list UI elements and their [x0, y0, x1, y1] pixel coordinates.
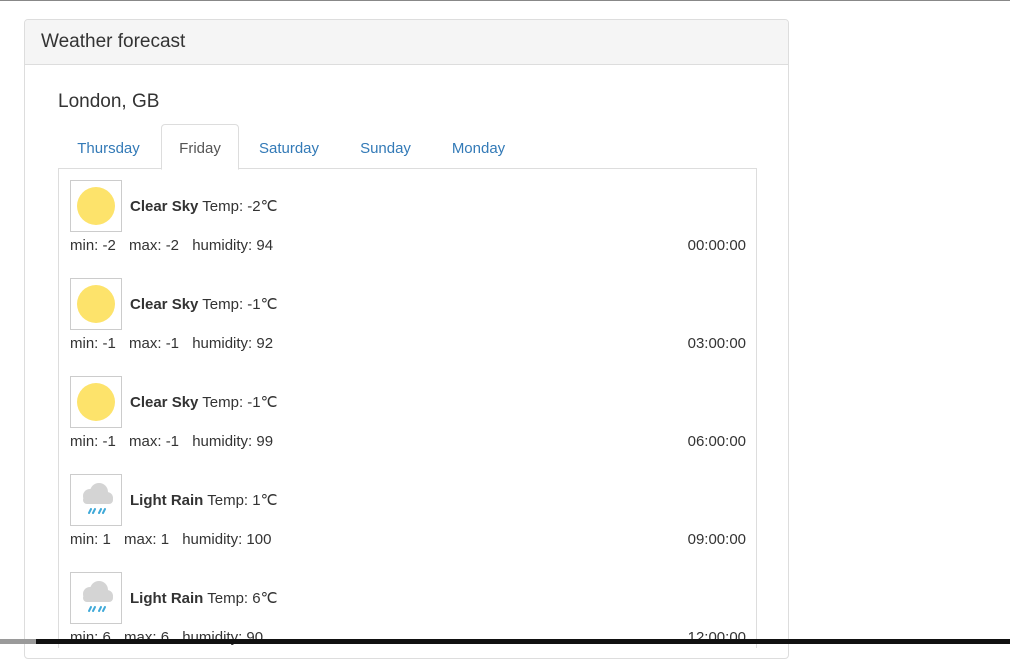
- sun-icon: [77, 383, 115, 421]
- min-temp: min: -1: [70, 433, 116, 450]
- min-temp: min: -1: [70, 335, 116, 352]
- forecast-icon-thumbnail: [70, 474, 122, 526]
- forecast-icon-thumbnail: [70, 572, 122, 624]
- condition-label: Light Rain: [130, 492, 204, 509]
- humidity: humidity: 100: [182, 531, 272, 548]
- forecast-entry: Clear Sky Temp: -1℃ min: -1 max: -1 humi…: [70, 278, 746, 376]
- rain-cloud-icon: [83, 483, 113, 514]
- forecast-entry: Clear Sky Temp: -1℃ min: -1 max: -1 humi…: [70, 376, 746, 474]
- temperature: Temp: -1℃: [202, 394, 278, 411]
- location-title: London, GB: [58, 91, 160, 112]
- panel-heading: Weather forecast: [25, 20, 788, 65]
- forecast-icon-thumbnail: [70, 180, 122, 232]
- taskbar-edge: [0, 639, 36, 644]
- weather-panel: Weather forecast London, GB Thursday Fri…: [24, 19, 789, 659]
- condition-label: Clear Sky: [130, 198, 199, 215]
- condition-label: Clear Sky: [130, 296, 199, 313]
- sun-icon: [77, 285, 115, 323]
- condition-label: Clear Sky: [130, 394, 199, 411]
- humidity: humidity: 99: [192, 433, 274, 450]
- rain-cloud-icon: [83, 581, 113, 612]
- forecast-list: Clear Sky Temp: -2℃ min: -2 max: -2 humi…: [58, 168, 757, 648]
- tab-thursday[interactable]: Thursday: [58, 124, 159, 169]
- humidity: humidity: 94: [192, 237, 274, 254]
- forecast-entry: Clear Sky Temp: -2℃ min: -2 max: -2 humi…: [70, 180, 746, 278]
- temperature: Temp: 6℃: [207, 590, 278, 607]
- temperature: Temp: -1℃: [202, 296, 278, 313]
- tab-monday[interactable]: Monday: [433, 124, 524, 169]
- tab-saturday[interactable]: Saturday: [241, 124, 337, 169]
- forecast-icon-thumbnail: [70, 376, 122, 428]
- window-top-border: [0, 0, 1010, 1]
- tab-friday[interactable]: Friday: [161, 124, 239, 170]
- forecast-time: 09:00:00: [687, 531, 746, 548]
- forecast-icon-thumbnail: [70, 278, 122, 330]
- condition-label: Light Rain: [130, 590, 204, 607]
- min-temp: min: 1: [70, 531, 111, 548]
- max-temp: max: -1: [129, 335, 180, 352]
- panel-title: Weather forecast: [41, 31, 186, 52]
- max-temp: max: -1: [129, 433, 180, 450]
- temperature: Temp: -2℃: [202, 198, 278, 215]
- sun-icon: [77, 187, 115, 225]
- max-temp: max: -2: [129, 237, 180, 254]
- max-temp: max: 1: [124, 531, 170, 548]
- forecast-time: 03:00:00: [687, 335, 746, 352]
- humidity: humidity: 92: [192, 335, 274, 352]
- min-temp: min: -2: [70, 237, 116, 254]
- forecast-time: 06:00:00: [687, 433, 746, 450]
- forecast-entry: Light Rain Temp: 1℃ min: 1 max: 1 humidi…: [70, 474, 746, 572]
- forecast-time: 00:00:00: [687, 237, 746, 254]
- day-tabs: Thursday Friday Saturday Sunday Monday: [58, 124, 757, 170]
- taskbar-strip: [0, 639, 1010, 644]
- temperature: Temp: 1℃: [207, 492, 278, 509]
- tab-sunday[interactable]: Sunday: [342, 124, 429, 169]
- forecast-entry: Light Rain Temp: 6℃ min: 6 max: 6 humidi…: [70, 572, 746, 670]
